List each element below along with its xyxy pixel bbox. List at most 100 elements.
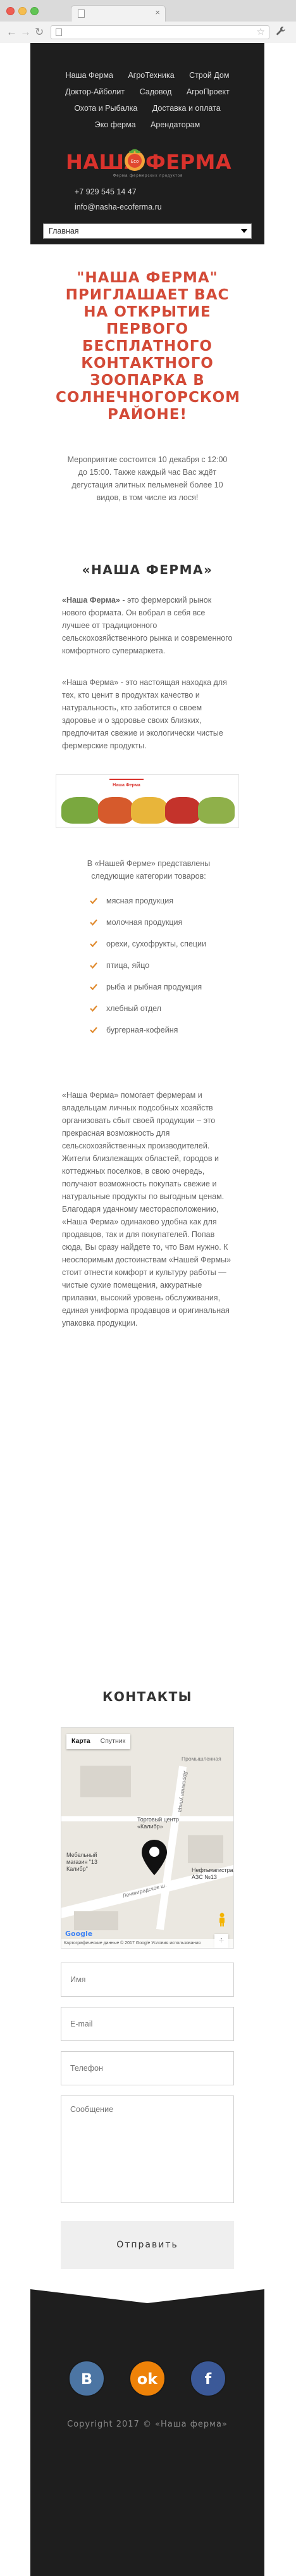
banner-logo: Наша Ферма bbox=[109, 779, 144, 798]
about-paragraph-3: «Наша Ферма» помогает фермерам и владель… bbox=[62, 1091, 231, 1328]
email-input[interactable] bbox=[61, 2007, 233, 2040]
check-icon bbox=[90, 984, 97, 991]
menu-item-arendatoram[interactable]: Арендаторам bbox=[151, 116, 200, 133]
site-logo[interactable]: НАША Eco ФЕРМА Ферма фермерских продукто… bbox=[66, 148, 232, 179]
map-tab-map[interactable]: Карта bbox=[66, 1734, 96, 1749]
produce-basket-1 bbox=[61, 797, 99, 824]
check-icon bbox=[90, 962, 97, 969]
phone-input[interactable] bbox=[61, 2052, 233, 2085]
map-label-gas: Нефтьмагистраль АЗС №13 bbox=[192, 1867, 233, 1880]
logo-tagline: Ферма фермерских продуктов bbox=[113, 174, 183, 178]
category-label: хлебный отдел bbox=[106, 1004, 161, 1013]
menu-item-nasha-ferma[interactable]: Наша Ферма bbox=[66, 67, 113, 84]
site-header: Наша Ферма АгроТехника Строй Дом Доктор-… bbox=[30, 43, 264, 244]
forward-arrow-icon[interactable]: → bbox=[20, 26, 31, 39]
list-item: орехи, сухофрукты, специи bbox=[89, 933, 240, 955]
about-paragraph-1: «Наша Ферма» - это фермерский рынок ново… bbox=[62, 594, 233, 657]
check-icon bbox=[90, 1005, 97, 1012]
produce-basket-4 bbox=[165, 797, 200, 824]
address-bar[interactable]: ☆ bbox=[51, 25, 269, 39]
list-item: рыба и рыбная продукция bbox=[89, 976, 240, 998]
reload-icon[interactable]: ↻ bbox=[35, 26, 44, 39]
message-textarea[interactable] bbox=[61, 2096, 233, 2202]
map-street-label: Промышленная bbox=[182, 1756, 221, 1762]
browser-tab[interactable]: × bbox=[71, 5, 166, 22]
map-type-tabs: Карта Спутник bbox=[66, 1734, 131, 1749]
menu-item-agroproekt[interactable]: АгроПроект bbox=[187, 84, 230, 100]
dropdown-arrow-icon[interactable] bbox=[237, 224, 251, 238]
check-icon bbox=[90, 898, 97, 905]
mobile-nav-select[interactable]: Главная bbox=[43, 223, 252, 239]
page-icon bbox=[78, 9, 85, 18]
list-item: птица, яйцо bbox=[89, 955, 240, 976]
google-map[interactable]: Карта Спутник Торговый центр «Калибр» Ме… bbox=[61, 1727, 234, 1949]
map-label-shop: Мебельный магазин "13 Калибр" bbox=[66, 1852, 98, 1872]
menu-item-agrotehnika[interactable]: АгроТехника bbox=[128, 67, 174, 84]
list-item: бургерная-кофейня bbox=[89, 1019, 240, 1041]
category-label: рыба и рыбная продукция bbox=[106, 983, 202, 991]
street-view-pegman-icon[interactable] bbox=[218, 1913, 226, 1926]
map-building bbox=[80, 1766, 131, 1797]
menu-item-sadovod[interactable]: Садовод bbox=[140, 84, 172, 100]
page: Наша Ферма АгроТехника Строй Дом Доктор-… bbox=[30, 43, 264, 2576]
browser-toolbar: ← → ↻ ☆ bbox=[0, 22, 296, 43]
map-pin-icon[interactable] bbox=[140, 1838, 168, 1876]
map-attribution[interactable]: Картографические данные © 2017 Google Ус… bbox=[61, 1939, 233, 1948]
odnoklassniki-icon[interactable]: ok bbox=[129, 2360, 166, 2397]
menu-item-doktor-aybolit[interactable]: Доктор-Айболит bbox=[65, 84, 125, 100]
logo-word-right: ФЕРМА bbox=[145, 150, 232, 174]
brand-name: «Наша Ферма» bbox=[62, 596, 120, 605]
produce-basket-5 bbox=[198, 797, 235, 824]
map-tab-satellite[interactable]: Спутник bbox=[96, 1734, 131, 1749]
google-logo: Google bbox=[65, 1930, 93, 1938]
map-building bbox=[74, 1911, 118, 1930]
map-label-mall: Торговый центр «Калибр» bbox=[137, 1816, 179, 1830]
mobile-nav-selected: Главная bbox=[49, 227, 79, 236]
category-label: орехи, сухофрукты, специи bbox=[106, 939, 207, 948]
map-building bbox=[188, 1835, 223, 1863]
produce-basket-2 bbox=[98, 797, 133, 824]
header-phone[interactable]: +7 929 545 14 47 bbox=[75, 187, 137, 196]
menu-item-stroy-dom[interactable]: Строй Дом bbox=[189, 67, 229, 84]
categories-list: мясная продукция молочная продукция орех… bbox=[89, 890, 240, 1041]
phone-field[interactable] bbox=[61, 2051, 234, 2085]
check-icon bbox=[90, 941, 97, 948]
list-item: мясная продукция bbox=[89, 890, 240, 912]
tab-close-icon[interactable]: × bbox=[155, 8, 160, 17]
category-label: бургерная-кофейня bbox=[106, 1026, 178, 1034]
categories-intro: В «Нашей Ферме» представлены следующие к… bbox=[87, 859, 211, 881]
footer-notch bbox=[30, 2289, 264, 2303]
category-label: молочная продукция bbox=[106, 918, 183, 927]
copyright: Copyright 2017 © «Наша ферма» bbox=[67, 2420, 228, 2429]
check-icon bbox=[90, 919, 97, 926]
about-paragraph-1-text: - это фермерский рынок нового формата. О… bbox=[62, 596, 233, 655]
list-item: хлебный отдел bbox=[89, 998, 240, 1019]
logo-badge-icon: Eco bbox=[125, 149, 145, 171]
header-email[interactable]: info@nasha-ecoferma.ru bbox=[75, 203, 162, 211]
browser-tab-bar: × bbox=[0, 0, 296, 22]
about-title: «НАША ФЕРМА» bbox=[82, 562, 213, 577]
vk-icon[interactable]: В bbox=[68, 2360, 105, 2397]
window-minimize-button[interactable] bbox=[18, 7, 27, 15]
hero-title: "НАША ФЕРМА" ПРИГЛАШАЕТ ВАС НА ОТКРЫТИЕ … bbox=[56, 270, 241, 423]
menu-item-ohota-i-rybalka[interactable]: Охота и Рыбалка bbox=[74, 100, 137, 116]
submit-button[interactable]: Отправить bbox=[61, 2221, 234, 2269]
svg-text:Eco: Eco bbox=[131, 159, 139, 164]
site-footer bbox=[30, 2289, 264, 2576]
window-close-button[interactable] bbox=[6, 7, 15, 15]
category-label: мясная продукция bbox=[106, 896, 174, 905]
back-arrow-icon[interactable]: ← bbox=[6, 26, 17, 39]
contacts-title: КОНТАКТЫ bbox=[102, 1689, 192, 1704]
bookmark-star-icon[interactable]: ☆ bbox=[257, 26, 265, 37]
menu-item-dostavka[interactable]: Доставка и оплата bbox=[152, 100, 221, 116]
about-paragraph-2: «Наша Ферма» - это настоящая находка для… bbox=[62, 678, 227, 750]
name-field[interactable] bbox=[61, 1963, 234, 1997]
name-input[interactable] bbox=[61, 1963, 233, 1996]
menu-item-eko-ferma[interactable]: Эко ферма bbox=[95, 116, 136, 133]
message-field[interactable] bbox=[61, 2095, 234, 2203]
facebook-icon[interactable]: f bbox=[190, 2360, 226, 2397]
window-maximize-button[interactable] bbox=[30, 7, 39, 15]
wrench-icon[interactable] bbox=[276, 26, 286, 39]
email-field[interactable] bbox=[61, 2007, 234, 2041]
browser-chrome: × ← → ↻ ☆ bbox=[0, 0, 296, 43]
